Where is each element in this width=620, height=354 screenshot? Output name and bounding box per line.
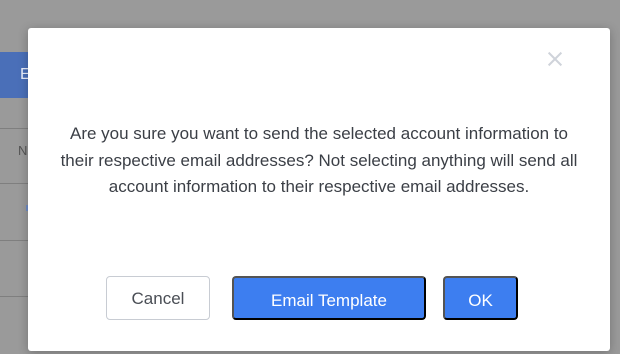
background-column-header: NS bbox=[18, 143, 30, 158]
background-tab: E bbox=[0, 52, 31, 98]
dialog-message: Are you sure you want to send the select… bbox=[60, 124, 578, 196]
background-divider bbox=[0, 128, 30, 129]
close-icon[interactable] bbox=[544, 48, 566, 70]
dialog-button-row: Cancel Email Template OK bbox=[28, 276, 610, 320]
email-template-button[interactable]: Email Template bbox=[232, 276, 426, 320]
background-divider bbox=[0, 240, 30, 241]
confirm-dialog: Are you sure you want to send the select… bbox=[28, 28, 610, 351]
background-divider bbox=[0, 183, 30, 184]
cancel-button[interactable]: Cancel bbox=[106, 276, 210, 320]
background-divider bbox=[0, 296, 30, 297]
ok-button[interactable]: OK bbox=[443, 276, 518, 320]
